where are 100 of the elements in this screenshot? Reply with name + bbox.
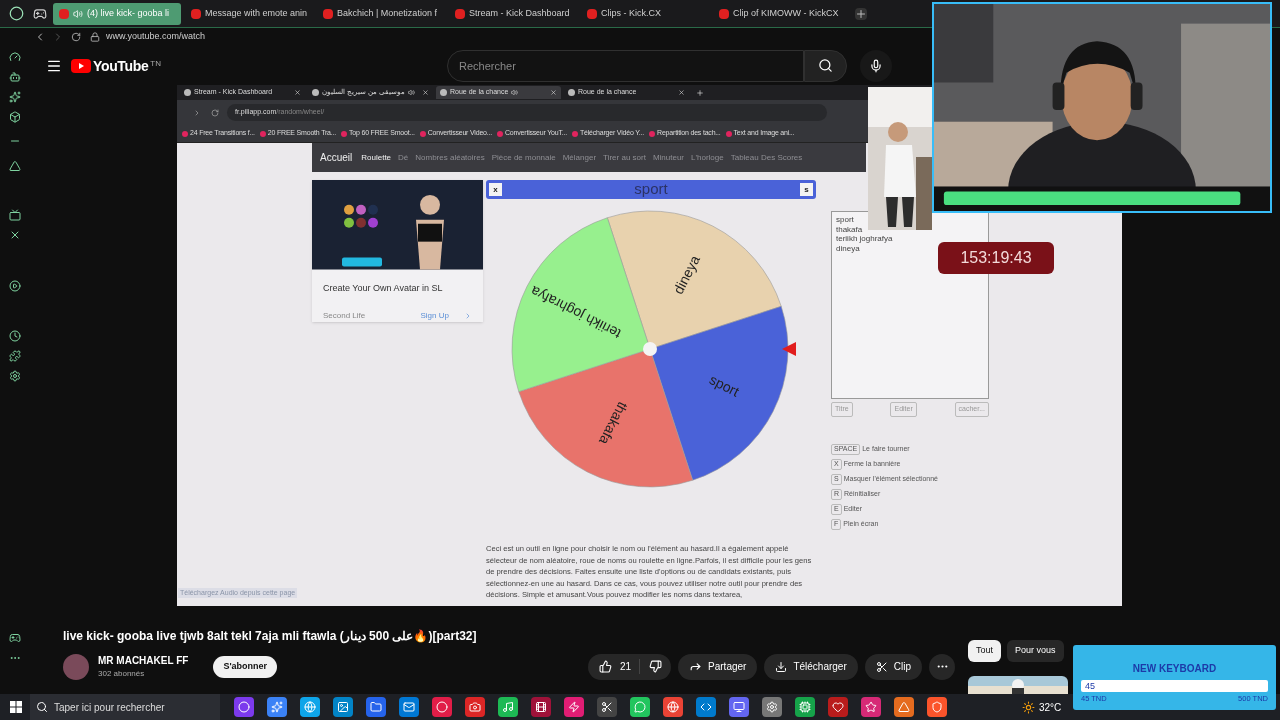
- winner-title: sport: [634, 179, 668, 200]
- nav-home[interactable]: Accueil: [320, 150, 353, 165]
- favicon-icon: [184, 89, 191, 96]
- wheel-label: sport: [706, 371, 742, 400]
- weather-temperature: 32°C: [1039, 700, 1062, 715]
- app-icon[interactable]: [630, 697, 650, 717]
- app-icon[interactable]: [267, 697, 287, 717]
- like-button[interactable]: 21: [587, 659, 641, 674]
- nav-link[interactable]: Roulette: [361, 151, 392, 164]
- app-icon[interactable]: [498, 697, 518, 717]
- thumbs-up-icon: [598, 660, 612, 673]
- gamepad-icon[interactable]: [9, 632, 21, 644]
- browser-tab[interactable]: Clip of KIMOWW - KickCX: [713, 2, 841, 25]
- reload-button[interactable]: [71, 32, 81, 42]
- app-icon[interactable]: [531, 697, 551, 717]
- app-icon[interactable]: [300, 697, 320, 717]
- channel-avatar: [63, 653, 89, 680]
- browser-tab[interactable]: Stream - Kick Dashboard: [449, 2, 577, 25]
- favicon-icon: [587, 8, 597, 19]
- progress-field: 45: [1081, 680, 1268, 692]
- app-icon[interactable]: [399, 697, 419, 717]
- start-button[interactable]: [10, 701, 22, 713]
- favicon-icon: [191, 8, 201, 19]
- search-icon: [818, 58, 834, 73]
- settings-icon[interactable]: [9, 370, 21, 382]
- youtube-logo-icon: [71, 58, 91, 73]
- close-tab-icon[interactable]: [678, 89, 685, 96]
- app-icon[interactable]: [432, 697, 452, 717]
- close-tab-icon[interactable]: [294, 89, 301, 96]
- ad-title[interactable]: Create Your Own Avatar in SL: [323, 281, 483, 295]
- robot-icon[interactable]: [9, 71, 21, 83]
- play-icon[interactable]: [9, 280, 21, 292]
- address-bar[interactable]: www.youtube.com/watch: [106, 30, 206, 44]
- widget-title: NEW KEYBOARD: [1131, 662, 1218, 676]
- app-icon[interactable]: [696, 697, 716, 717]
- app-icon[interactable]: [465, 697, 485, 717]
- clip-button[interactable]: Clip: [864, 653, 922, 680]
- app-icon[interactable]: [564, 697, 584, 717]
- browser-tab[interactable]: Message with emote anin: [185, 2, 313, 25]
- download-icon: [775, 660, 788, 673]
- mic-button[interactable]: [860, 49, 893, 82]
- hide-key-button[interactable]: s: [800, 183, 813, 196]
- search-button[interactable]: [804, 49, 848, 82]
- gamepad-icon[interactable]: [33, 6, 47, 21]
- app-icon[interactable]: [795, 697, 815, 717]
- filter-chip[interactable]: Pour vous: [1007, 640, 1064, 662]
- app-icon[interactable]: [894, 697, 914, 717]
- app-icon[interactable]: [828, 697, 848, 717]
- share-button[interactable]: Partager: [678, 653, 758, 680]
- app-icon[interactable]: [861, 697, 881, 717]
- tv-icon[interactable]: [9, 209, 21, 221]
- gauge-icon[interactable]: [9, 51, 21, 63]
- youtube-logo[interactable]: YouTube: [93, 57, 149, 74]
- ad-advertiser: Second Life: [323, 310, 366, 322]
- triangle-icon[interactable]: [9, 160, 21, 172]
- favicon-icon: [568, 89, 575, 96]
- app-icon[interactable]: [663, 697, 683, 717]
- subscriber-count: 302 abonnés: [98, 668, 146, 680]
- search-icon: [36, 701, 48, 713]
- clock-icon[interactable]: [9, 330, 21, 342]
- lock-icon: [90, 32, 100, 42]
- favicon-icon: [59, 8, 69, 19]
- app-icon[interactable]: [597, 697, 617, 717]
- channel-name[interactable]: MR MACHAKEL FF: [98, 653, 189, 668]
- weather-icon: [1022, 700, 1035, 714]
- nav-link[interactable]: Minuteur: [652, 151, 684, 164]
- nav-link[interactable]: Tirer au sort: [603, 151, 646, 164]
- forward-button[interactable]: [193, 108, 201, 117]
- nav-link[interactable]: Pièce de monnaie: [491, 151, 556, 164]
- nav-link[interactable]: Tableau Des Scores: [730, 151, 803, 164]
- app-icon[interactable]: [234, 697, 254, 717]
- reload-button[interactable]: [211, 108, 219, 117]
- favicon-icon: [440, 89, 447, 96]
- nav-link[interactable]: Dé: [398, 151, 409, 164]
- nav-link[interactable]: Nombres aléatoires: [415, 151, 485, 164]
- more-button[interactable]: [929, 653, 955, 680]
- search-field[interactable]: Rechercher: [447, 49, 805, 82]
- new-tab-button[interactable]: [696, 88, 704, 97]
- close-tab-icon[interactable]: [422, 89, 429, 96]
- new-tab-button[interactable]: [855, 7, 867, 20]
- taskbar-search-field[interactable]: Taper ici pour rechercher: [30, 694, 220, 720]
- app-icon[interactable]: [729, 697, 749, 717]
- sparkle-icon[interactable]: [9, 91, 21, 103]
- app-icon[interactable]: [333, 697, 353, 717]
- browser-tab[interactable]: Clips - Kick.CX: [581, 2, 709, 25]
- filter-chip[interactable]: Tout: [968, 640, 1001, 662]
- download-button[interactable]: Télécharger: [764, 653, 858, 680]
- cube-icon[interactable]: [9, 111, 21, 123]
- close-key-button[interactable]: x: [489, 183, 502, 196]
- nav-link[interactable]: L'horloge: [691, 151, 724, 164]
- subscribe-button[interactable]: S'abonner: [213, 655, 278, 678]
- chevron-icon: [464, 312, 472, 320]
- browser-tab[interactable]: Bakchich | Monetization f: [317, 2, 445, 25]
- favicon-icon: [719, 8, 729, 19]
- close-tab-icon[interactable]: [550, 89, 557, 96]
- app-icon[interactable]: [927, 697, 947, 717]
- puzzle-icon[interactable]: [9, 350, 21, 362]
- x-icon[interactable]: [9, 229, 21, 241]
- app-icon[interactable]: [762, 697, 782, 717]
- nav-link[interactable]: Mélanger: [562, 151, 597, 164]
